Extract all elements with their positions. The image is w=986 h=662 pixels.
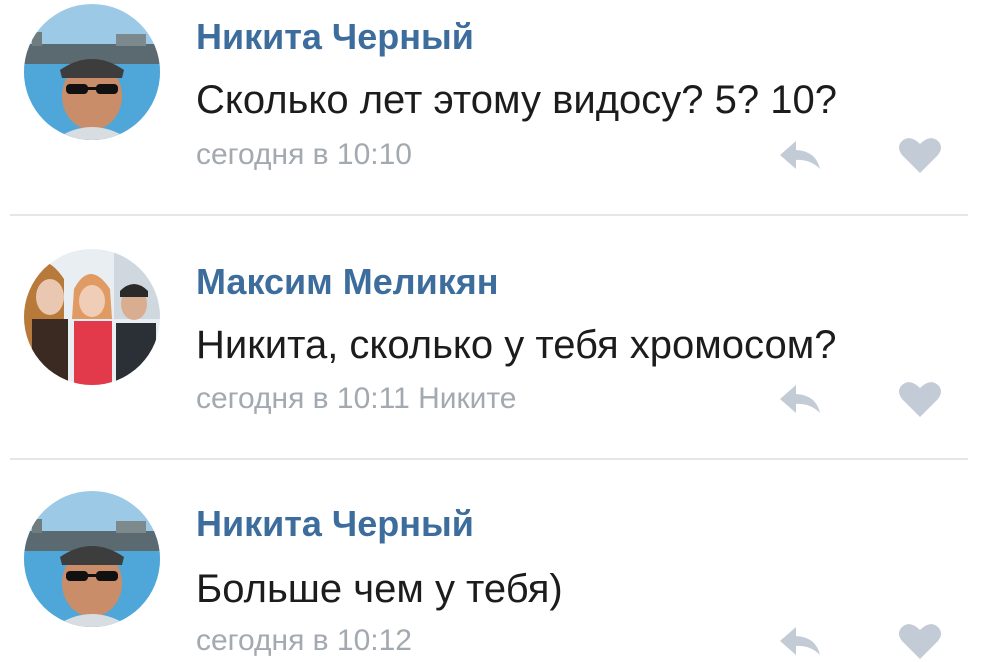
comment-timestamp: сегодня в 10:12: [196, 624, 412, 657]
avatar[interactable]: [24, 491, 160, 627]
comment-timestamp: сегодня в 10:10: [196, 138, 412, 171]
heart-icon[interactable]: [896, 379, 944, 419]
avatar-man-sunglasses-image: [24, 4, 160, 140]
comments-list: Никита Черный Сколько лет этому видосу? …: [0, 0, 986, 662]
reply-icon[interactable]: [776, 621, 824, 661]
comment-author-link[interactable]: Никита Черный: [196, 503, 474, 545]
comment-item: Максим Меликян Никита, сколько у тебя хр…: [0, 217, 986, 460]
comment-text: Больше чем у тебя): [196, 567, 563, 611]
comment-text: Сколько лет этому видосу? 5? 10?: [196, 78, 837, 122]
avatar[interactable]: [24, 4, 160, 140]
comment-item: Никита Черный Сколько лет этому видосу? …: [0, 0, 986, 216]
comment-item: Никита Черный Больше чем у тебя) сегодня…: [0, 461, 986, 662]
reply-icon[interactable]: [776, 135, 824, 175]
comment-author-link[interactable]: Максим Меликян: [196, 261, 499, 303]
comment-timestamp: сегодня в 10:11 Никите: [196, 382, 517, 415]
comment-text: Никита, сколько у тебя хромосом?: [196, 323, 837, 367]
heart-icon[interactable]: [896, 135, 944, 175]
reply-icon[interactable]: [776, 379, 824, 419]
comment-author-link[interactable]: Никита Черный: [196, 16, 474, 58]
avatar-man-sunglasses-image: [24, 491, 160, 627]
avatar[interactable]: [24, 249, 160, 385]
heart-icon[interactable]: [896, 621, 944, 661]
divider: [10, 458, 968, 460]
avatar-group-photo-image: [24, 249, 160, 385]
divider: [10, 214, 968, 216]
